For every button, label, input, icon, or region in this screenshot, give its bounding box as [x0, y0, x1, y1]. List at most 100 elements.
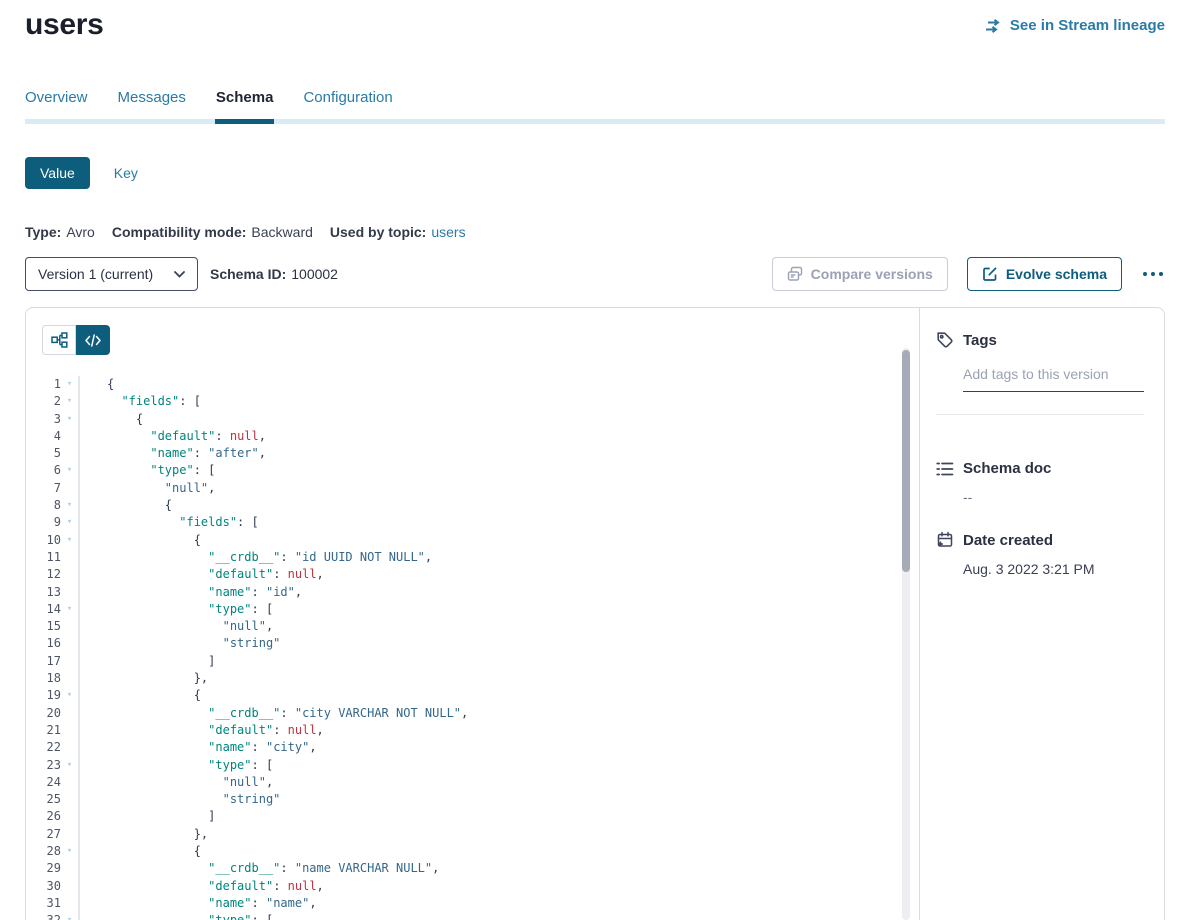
fold-toggle-icon[interactable]: ▾	[61, 411, 78, 428]
code-line: 6▾ "type": [	[26, 462, 919, 479]
fold-toggle-icon[interactable]: ▾	[61, 514, 78, 531]
line-number: 5	[26, 445, 61, 462]
topic-link[interactable]: users	[431, 224, 465, 240]
fold-spacer	[61, 584, 78, 601]
fold-toggle-icon[interactable]: ▾	[61, 497, 78, 514]
code-line-content: "__crdb__": "id UUID NOT NULL",	[78, 549, 432, 566]
line-number: 27	[26, 826, 61, 843]
line-number: 18	[26, 670, 61, 687]
value-toggle-button[interactable]: Value	[25, 157, 90, 189]
fold-spacer	[61, 878, 78, 895]
tree-view-icon	[51, 332, 68, 348]
fold-toggle-icon[interactable]: ▾	[61, 393, 78, 410]
code-line-content: "fields": [	[78, 393, 201, 410]
fold-toggle-icon[interactable]: ▾	[61, 601, 78, 618]
fold-spacer	[61, 618, 78, 635]
code-line: 20 "__crdb__": "city VARCHAR NOT NULL",	[26, 705, 919, 722]
fold-toggle-icon[interactable]: ▾	[61, 912, 78, 920]
code-view-button[interactable]	[76, 325, 110, 355]
code-line: 27 },	[26, 826, 919, 843]
tab-overview[interactable]: Overview	[25, 89, 88, 119]
compare-versions-button[interactable]: Compare versions	[772, 257, 948, 291]
code-line: 30 "default": null,	[26, 878, 919, 895]
line-number: 7	[26, 480, 61, 497]
fold-toggle-icon[interactable]: ▾	[61, 532, 78, 549]
tab-configuration[interactable]: Configuration	[303, 89, 392, 119]
meta-type-value: Avro	[66, 224, 95, 240]
fold-toggle-icon[interactable]: ▾	[61, 843, 78, 860]
code-line-content: },	[78, 670, 208, 687]
code-line: 15 "null",	[26, 618, 919, 635]
fold-spacer	[61, 774, 78, 791]
schema-code-editor: 1▾{2▾ "fields": [3▾ {4 "default": null,5…	[26, 376, 919, 920]
stream-lineage-link[interactable]: See in Stream lineage	[985, 17, 1165, 34]
code-line: 13 "name": "id",	[26, 584, 919, 601]
code-line: 23▾ "type": [	[26, 757, 919, 774]
compare-versions-icon	[787, 266, 803, 282]
line-number: 13	[26, 584, 61, 601]
code-line: 14▾ "type": [	[26, 601, 919, 618]
tags-title: Tags	[963, 332, 997, 349]
calendar-plus-icon	[936, 531, 954, 549]
fold-toggle-icon[interactable]: ▾	[61, 687, 78, 704]
sidebar-divider	[936, 414, 1144, 415]
code-line: 10▾ {	[26, 532, 919, 549]
line-number: 20	[26, 705, 61, 722]
tree-view-button[interactable]	[42, 325, 76, 355]
fold-spacer	[61, 826, 78, 843]
code-line-content: "default": null,	[78, 566, 324, 583]
code-line: 8▾ {	[26, 497, 919, 514]
code-line: 2▾ "fields": [	[26, 393, 919, 410]
key-toggle-button[interactable]: Key	[99, 157, 153, 189]
code-line-content: {	[78, 532, 201, 549]
schema-panel: 1▾{2▾ "fields": [3▾ {4 "default": null,5…	[25, 307, 1165, 920]
version-select[interactable]: Version 1 (current)	[25, 257, 198, 291]
line-number: 25	[26, 791, 61, 808]
evolve-schema-button[interactable]: Evolve schema	[967, 257, 1122, 291]
editor-scrollbar[interactable]	[902, 348, 910, 920]
fold-spacer	[61, 653, 78, 670]
code-line: 1▾{	[26, 376, 919, 393]
schema-sidebar: Tags Schema doc --	[919, 308, 1164, 920]
fold-spacer	[61, 480, 78, 497]
fold-spacer	[61, 635, 78, 652]
code-line: 4 "default": null,	[26, 428, 919, 445]
code-line: 29 "__crdb__": "name VARCHAR NULL",	[26, 860, 919, 877]
line-number: 12	[26, 566, 61, 583]
code-line-content: {	[78, 687, 201, 704]
line-number: 8	[26, 497, 61, 514]
code-line-content: {	[78, 376, 114, 393]
code-line-content: ]	[78, 653, 215, 670]
schema-meta: Type: Avro Compatibility mode: Backward …	[25, 224, 1165, 240]
fold-toggle-icon[interactable]: ▾	[61, 462, 78, 479]
code-line-content: "fields": [	[78, 514, 259, 531]
more-options-button[interactable]	[1141, 268, 1165, 280]
code-line: 11 "__crdb__": "id UUID NOT NULL",	[26, 549, 919, 566]
tab-schema[interactable]: Schema	[216, 89, 274, 119]
code-line: 7 "null",	[26, 480, 919, 497]
add-tags-input[interactable]	[963, 364, 1144, 392]
schema-controls: Version 1 (current) Schema ID: 100002	[25, 257, 1165, 291]
code-line: 31 "name": "name",	[26, 895, 919, 912]
tab-messages[interactable]: Messages	[118, 89, 186, 119]
line-number: 4	[26, 428, 61, 445]
dot-icon	[1143, 272, 1147, 276]
fold-toggle-icon[interactable]: ▾	[61, 757, 78, 774]
code-line-content: "string"	[78, 791, 280, 808]
fold-spacer	[61, 722, 78, 739]
line-number: 10	[26, 532, 61, 549]
line-number: 31	[26, 895, 61, 912]
fold-spacer	[61, 791, 78, 808]
code-line: 28▾ {	[26, 843, 919, 860]
line-number: 3	[26, 411, 61, 428]
date-created-title: Date created	[963, 532, 1053, 549]
line-number: 14	[26, 601, 61, 618]
line-number: 22	[26, 739, 61, 756]
schema-code-pane: 1▾{2▾ "fields": [3▾ {4 "default": null,5…	[26, 308, 919, 920]
code-line-content: "__crdb__": "name VARCHAR NULL",	[78, 860, 439, 877]
code-line-content: "type": [	[78, 757, 273, 774]
editor-scrollbar-thumb[interactable]	[902, 350, 910, 572]
fold-toggle-icon[interactable]: ▾	[61, 376, 78, 393]
meta-compatibility: Compatibility mode: Backward	[112, 224, 313, 240]
meta-type-label: Type:	[25, 224, 61, 240]
